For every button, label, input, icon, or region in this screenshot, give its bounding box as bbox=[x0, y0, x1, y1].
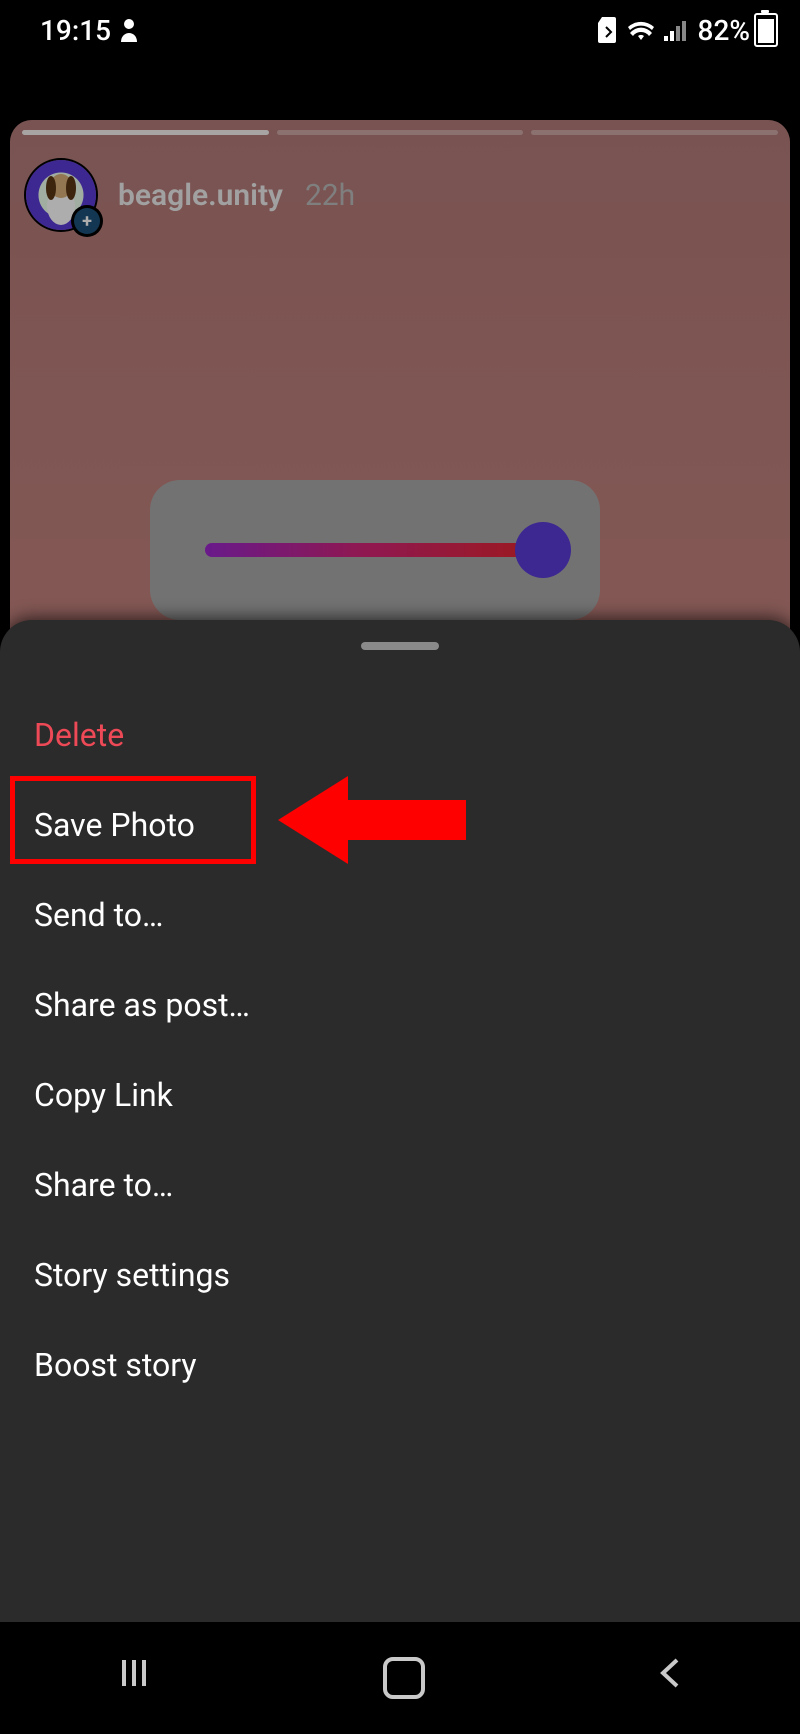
avatar[interactable]: + bbox=[26, 160, 96, 230]
menu-item-story-settings[interactable]: Story settings bbox=[0, 1230, 800, 1320]
menu-item-share-as-post[interactable]: Share as post… bbox=[0, 960, 800, 1050]
menu-item-delete[interactable]: Delete bbox=[0, 690, 800, 780]
menu-item-boost-story[interactable]: Boost story bbox=[0, 1320, 800, 1410]
contact-icon bbox=[119, 17, 139, 43]
battery-icon bbox=[754, 13, 778, 47]
nav-recents[interactable] bbox=[115, 1654, 153, 1703]
poll-slider[interactable] bbox=[150, 480, 600, 620]
add-story-badge[interactable]: + bbox=[74, 208, 100, 234]
menu-item-share-to[interactable]: Share to… bbox=[0, 1140, 800, 1230]
status-time: 19:15 bbox=[40, 14, 111, 47]
signal-icon bbox=[664, 19, 690, 41]
story-age: 22h bbox=[305, 178, 355, 213]
menu-item-save-photo[interactable]: Save Photo bbox=[0, 780, 800, 870]
menu-item-copy-link[interactable]: Copy Link bbox=[0, 1050, 800, 1140]
nav-back[interactable] bbox=[655, 1654, 685, 1703]
nav-home[interactable] bbox=[383, 1657, 425, 1699]
android-navbar bbox=[0, 1622, 800, 1734]
sheet-handle[interactable] bbox=[361, 642, 439, 650]
story-username[interactable]: beagle.unity bbox=[118, 178, 283, 213]
battery-pct: 82% bbox=[698, 14, 750, 47]
menu-item-send-to[interactable]: Send to… bbox=[0, 870, 800, 960]
status-bar: 19:15 82% bbox=[0, 0, 800, 60]
wifi-icon bbox=[626, 19, 656, 41]
sd-card-icon bbox=[598, 17, 618, 43]
story-progress bbox=[22, 130, 778, 135]
options-sheet: Delete Save Photo Send to… Share as post… bbox=[0, 620, 800, 1622]
